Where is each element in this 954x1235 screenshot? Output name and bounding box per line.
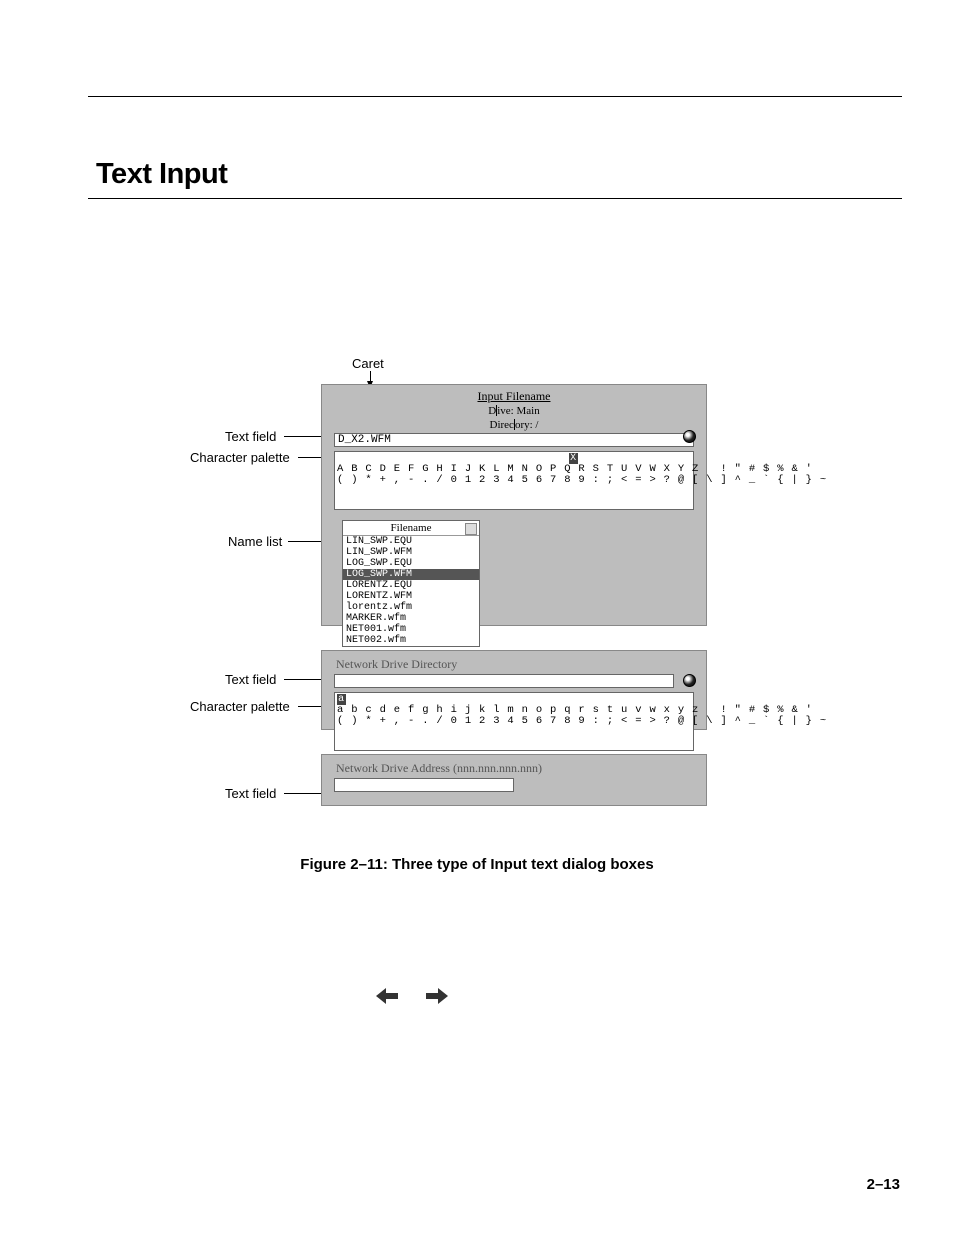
dialog-network-directory: Network Drive Directory a b c d e f g h … bbox=[321, 650, 707, 730]
dialog1-title: Input Filename bbox=[322, 389, 706, 404]
dialog1-dir-left: Direc bbox=[490, 419, 514, 431]
list-item[interactable]: NET002.wfm bbox=[343, 635, 479, 646]
list-item[interactable]: MARKER.wfm bbox=[343, 613, 479, 624]
dialog-input-filename: Input Filename Dive: Main Direcory: / D_… bbox=[321, 384, 707, 626]
dialog-network-address: Network Drive Address (nnn.nnn.nnn.nnn) bbox=[321, 754, 707, 806]
list-item[interactable]: LIN_SWP.EQU bbox=[343, 536, 479, 547]
rule-top bbox=[88, 96, 902, 97]
knob-icon bbox=[683, 674, 696, 687]
callout-name-list: Name list bbox=[228, 534, 282, 549]
dialog1-text-field[interactable]: D_X2.WFM bbox=[334, 433, 694, 447]
palette2-row2: ( ) * + , - . / 0 1 2 3 4 5 6 7 8 9 : ; … bbox=[337, 715, 827, 727]
figure-caption: Figure 2–11: Three type of Input text di… bbox=[0, 856, 954, 873]
list-item[interactable]: LOG_SWP.WFM bbox=[343, 569, 479, 580]
list-item[interactable]: LIN_SWP.WFM bbox=[343, 547, 479, 558]
dialog1-drive-left: D bbox=[488, 405, 496, 417]
knob-icon bbox=[683, 430, 696, 443]
list-item[interactable]: LORENTZ.WFM bbox=[343, 591, 479, 602]
callout-text-field-1: Text field bbox=[225, 429, 276, 444]
palette1-row2: ( ) * + , - . / 0 1 2 3 4 5 6 7 8 9 : ; … bbox=[337, 474, 827, 486]
dialog2-char-palette[interactable]: a b c d e f g h i j k l m n o p q r s t … bbox=[334, 692, 694, 751]
list-item[interactable]: lorentz.wfm bbox=[343, 602, 479, 613]
file-list-header: Filename bbox=[343, 521, 479, 536]
next-arrow-icon[interactable] bbox=[426, 988, 448, 1004]
list-item[interactable]: NET001.wfm bbox=[343, 624, 479, 635]
list-item[interactable]: LOG_SWP.EQU bbox=[343, 558, 479, 569]
dialog1-dir-line: Direcory: / bbox=[322, 419, 706, 432]
callout-char-palette-1: Character palette bbox=[190, 450, 290, 465]
file-list-items: LIN_SWP.EQULIN_SWP.WFMLOG_SWP.EQULOG_SWP… bbox=[343, 536, 479, 646]
callout-text-field-2: Text field bbox=[225, 672, 276, 687]
dialog3-text-field[interactable] bbox=[334, 778, 514, 792]
dialog2-text-field[interactable] bbox=[334, 674, 674, 688]
callout-text-field-3: Text field bbox=[225, 786, 276, 801]
dialog1-dir-right: ory: / bbox=[515, 419, 539, 431]
section-title: Text Input bbox=[96, 158, 227, 191]
nav-arrows bbox=[376, 988, 448, 1004]
dialog3-label: Network Drive Address (nnn.nnn.nnn.nnn) bbox=[336, 761, 706, 776]
callout-char-palette-2: Character palette bbox=[190, 699, 290, 714]
caret-label: Caret bbox=[352, 356, 384, 371]
prev-arrow-icon[interactable] bbox=[376, 988, 398, 1004]
palette1-highlight: X bbox=[569, 453, 578, 464]
page-number: 2–13 bbox=[867, 1176, 900, 1193]
dialog2-label: Network Drive Directory bbox=[336, 657, 706, 672]
dialog1-drive-line: Dive: Main bbox=[322, 405, 706, 418]
list-item[interactable]: LORENTZ.EQU bbox=[343, 580, 479, 591]
dialog1-drive-right: ive: Main bbox=[497, 405, 539, 417]
rule-under-title bbox=[88, 198, 902, 199]
palette2-highlight: a bbox=[337, 694, 346, 705]
dialog1-file-list[interactable]: Filename LIN_SWP.EQULIN_SWP.WFMLOG_SWP.E… bbox=[342, 520, 480, 647]
dialog1-char-palette[interactable]: A B C D E F G H I J K L M N O P Q R S T … bbox=[334, 451, 694, 510]
